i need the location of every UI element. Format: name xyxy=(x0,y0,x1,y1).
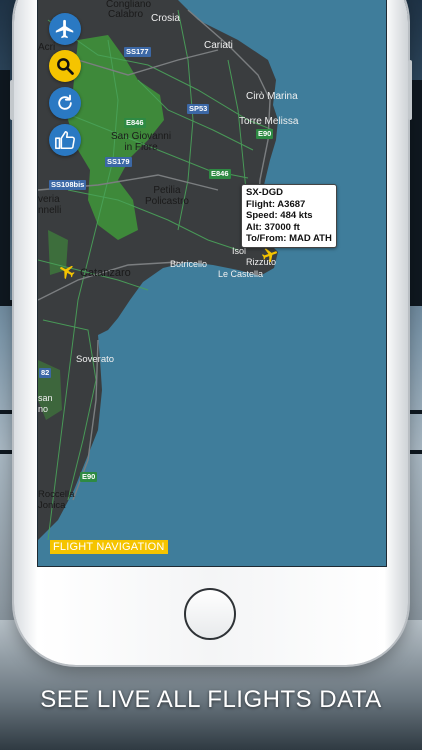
refresh-icon xyxy=(58,94,72,110)
search-icon xyxy=(57,58,74,75)
town-label: Isol xyxy=(232,246,247,256)
road-label: 82 xyxy=(39,368,52,378)
popup-altitude: Alt: 37000 ft xyxy=(246,221,300,233)
town-label: San Giovanni in Fiore xyxy=(111,131,172,153)
popup-route: To/From: MAD ATH xyxy=(246,233,332,244)
town-label: Soverato xyxy=(76,354,115,365)
popup-speed: Speed: 484 kts xyxy=(246,210,313,221)
town-label: Crosia xyxy=(151,13,180,24)
plane-marker-icon[interactable] xyxy=(58,262,76,280)
town-label: veria nnelli xyxy=(38,194,62,216)
road-label: SS108bis xyxy=(49,180,87,190)
town-label: Roccella Jonica xyxy=(38,489,75,511)
popup-registration: SX-DGD xyxy=(246,187,283,198)
town-label: Petilia Policastro xyxy=(145,185,189,207)
town-label: Botricello xyxy=(170,259,208,269)
plane-marker-icon[interactable] xyxy=(261,246,279,264)
town-label: Calabro xyxy=(108,9,144,20)
road-label: E846 xyxy=(209,169,231,179)
map-screen[interactable]: Congliano Calabro Crosia Acri Cariati Ci… xyxy=(37,0,387,567)
promo-tagline: SEE LIVE ALL FLIGHTS DATA xyxy=(40,686,382,713)
road-label: SS179 xyxy=(105,157,132,167)
road-label: E90 xyxy=(256,129,274,139)
town-label: Cariati xyxy=(204,40,233,51)
town-label: Le Castella xyxy=(218,269,264,279)
home-button[interactable] xyxy=(184,588,236,640)
road-label: E90 xyxy=(80,472,98,482)
popup-flight: Flight: A3687 xyxy=(246,198,306,210)
search-button[interactable] xyxy=(49,50,81,82)
town-label: san no xyxy=(38,393,53,414)
flight-info-popup[interactable]: SX-DGD Flight: A3687 Speed: 484 kts Alt:… xyxy=(241,184,337,248)
flights-button[interactable] xyxy=(49,13,81,45)
town-label: Torre Melissa xyxy=(239,116,299,127)
town-label: Catanzaro xyxy=(80,267,131,279)
like-button[interactable] xyxy=(49,124,81,156)
airplane-icon xyxy=(55,19,74,39)
road-label: SP53 xyxy=(187,104,210,114)
town-label: Acri xyxy=(38,42,56,53)
refresh-button[interactable] xyxy=(49,87,81,119)
road-label: E846 xyxy=(124,118,146,128)
road-label: SS177 xyxy=(124,47,151,57)
town-label: Cirò Marina xyxy=(246,91,298,102)
thumbs-up-icon xyxy=(55,130,75,150)
flight-navigation-button[interactable]: FLIGHT NAVIGATION xyxy=(50,540,168,554)
